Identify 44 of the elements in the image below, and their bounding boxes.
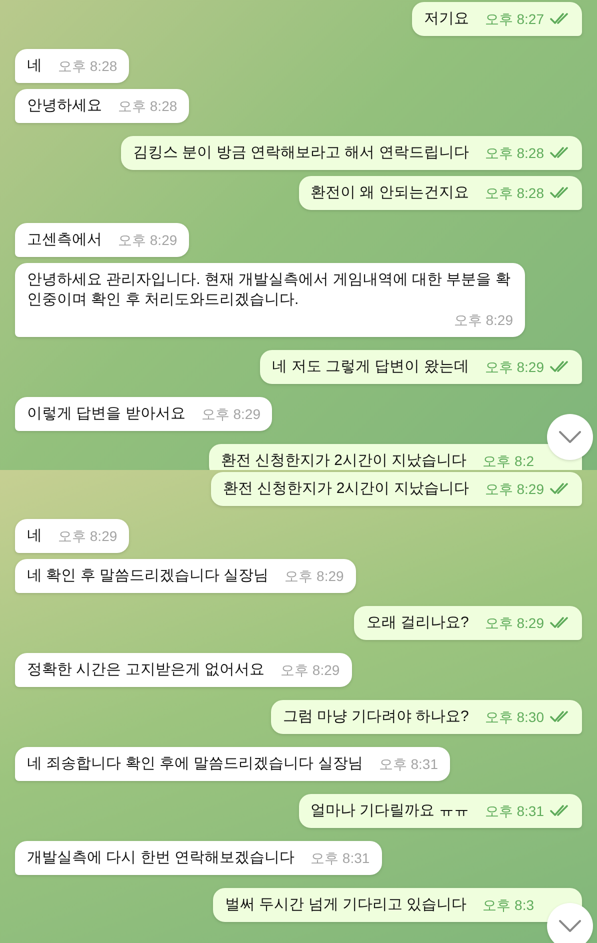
message-text: 그럼 마냥 기다려야 하나요? [283,707,469,727]
message-time: 오후 8:2 [482,452,534,470]
message-text: 환전 신청한지가 2시간이 지났습니다 [220,451,467,470]
message-text: 환전 신청한지가 2시간이 지났습니다 [223,479,469,499]
message-text: 환전이 왜 안되는건지요 [310,183,469,203]
message-time: 오후 8:31 [378,755,438,774]
message-text: 오래 걸리나요? [366,613,469,633]
message-time: 오후 8:31 [310,849,370,868]
message-time: 오후 8:29 [118,231,178,250]
message-text: 네 [27,56,42,76]
message-time: 오후 8:29 [484,358,544,377]
message-time: 오후 8:29 [484,480,544,499]
message-time: 오후 8:27 [484,10,544,29]
message-text: 안녕하세요 [27,96,102,116]
message-text: 정확한 시간은 고지받은게 없어서요 [27,660,265,680]
message-time: 오후 8:3 [482,896,534,915]
message-text: 네 [27,526,42,546]
message-text: 벌써 두시간 넘게 기다리고 있습니다 [224,895,467,915]
message-text: 개발실측에 다시 한번 연락해보겠습니다 [27,848,295,868]
message-text: 김킹스 분이 방금 연락해보라고 해서 연락드립니다 [133,143,469,163]
message-time: 오후 8:29 [201,405,260,424]
scroll-down-button[interactable] [547,903,593,943]
message-time: 오후 8:29 [454,311,513,330]
message-text: 얼마나 기다릴까요 ㅠㅠ [310,801,469,821]
message-time: 오후 8:30 [484,708,544,727]
scroll-down-button[interactable] [547,414,593,460]
message-text: 네 죄송합니다 확인 후에 말씀드리겠습니다 실장님 [27,754,363,774]
message-text: 안녕하세요 관리자입니다. 현재 개발실측에서 게임내역에 대한 부분을 확인중이며 확인 후 처리도와드리겠습니다. [27,270,512,310]
message-time: 오후 8:31 [484,802,544,821]
message-time: 오후 8:28 [58,57,118,76]
message-time: 오후 8:29 [284,567,344,586]
message-time: 오후 8:28 [118,97,178,116]
message-time: 오후 8:29 [58,527,118,546]
message-text: 네 저도 그렇게 답변이 왔는데 [272,357,469,377]
message-time: 오후 8:28 [484,184,544,203]
message-time: 오후 8:28 [484,144,544,163]
message-text: 네 확인 후 말씀드리겠습니다 실장님 [27,566,269,586]
chevron-down-icon [559,431,581,443]
message-time: 오후 8:29 [280,661,340,680]
message-text: 이렇게 답변을 받아서요 [27,404,186,424]
chevron-down-icon [559,920,581,932]
message-text: 저기요 [424,9,469,29]
message-text: 고센측에서 [27,230,102,250]
message-time: 오후 8:29 [484,614,544,633]
